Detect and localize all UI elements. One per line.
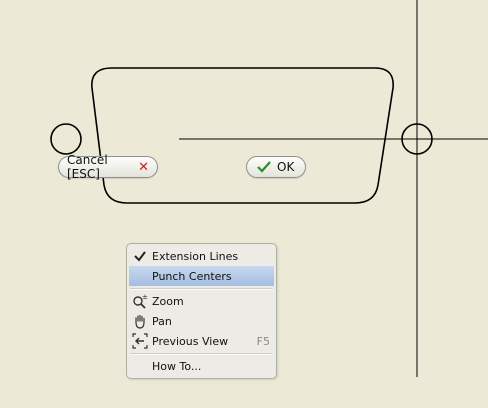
cancel-button[interactable]: Cancel [ESC] ✕	[58, 153, 158, 181]
menu-item-extension-lines[interactable]: Extension Lines	[129, 246, 274, 266]
check-icon	[134, 251, 146, 262]
cancel-label: Cancel [ESC]	[67, 153, 108, 181]
menu-separator	[130, 288, 273, 290]
svg-text:±: ±	[142, 293, 148, 301]
menu-item-zoom[interactable]: ± Zoom	[129, 291, 274, 311]
menu-item-previous-view[interactable]: Previous View F5	[129, 331, 274, 351]
ok-button[interactable]: OK	[246, 156, 306, 178]
previous-view-icon	[132, 333, 148, 349]
pan-hand-icon	[135, 314, 145, 329]
menu-item-pan[interactable]: Pan	[129, 311, 274, 331]
menu-item-label: Punch Centers	[152, 269, 232, 283]
menu-item-label: Pan	[152, 314, 172, 328]
ok-label: OK	[277, 160, 295, 174]
menu-item-label: Extension Lines	[152, 249, 239, 263]
close-icon: ✕	[138, 159, 149, 175]
menu-item-label: How To...	[152, 359, 202, 373]
menu-item-label: Zoom	[152, 294, 184, 308]
zoom-icon: ±	[133, 293, 148, 309]
connector-outline[interactable]	[91, 67, 394, 204]
menu-separator	[130, 353, 273, 355]
left-hole-circle[interactable]	[50, 123, 82, 155]
menu-item-label: Previous View	[152, 334, 229, 348]
menu-item-shortcut: F5	[256, 334, 270, 348]
menu-item-punch-centers[interactable]: Punch Centers	[129, 266, 274, 286]
checkmark-icon	[257, 161, 271, 173]
menu-item-how-to[interactable]: How To...	[129, 356, 274, 376]
context-menu: Extension Lines Punch Centers ± Zoom Pan…	[126, 243, 277, 379]
